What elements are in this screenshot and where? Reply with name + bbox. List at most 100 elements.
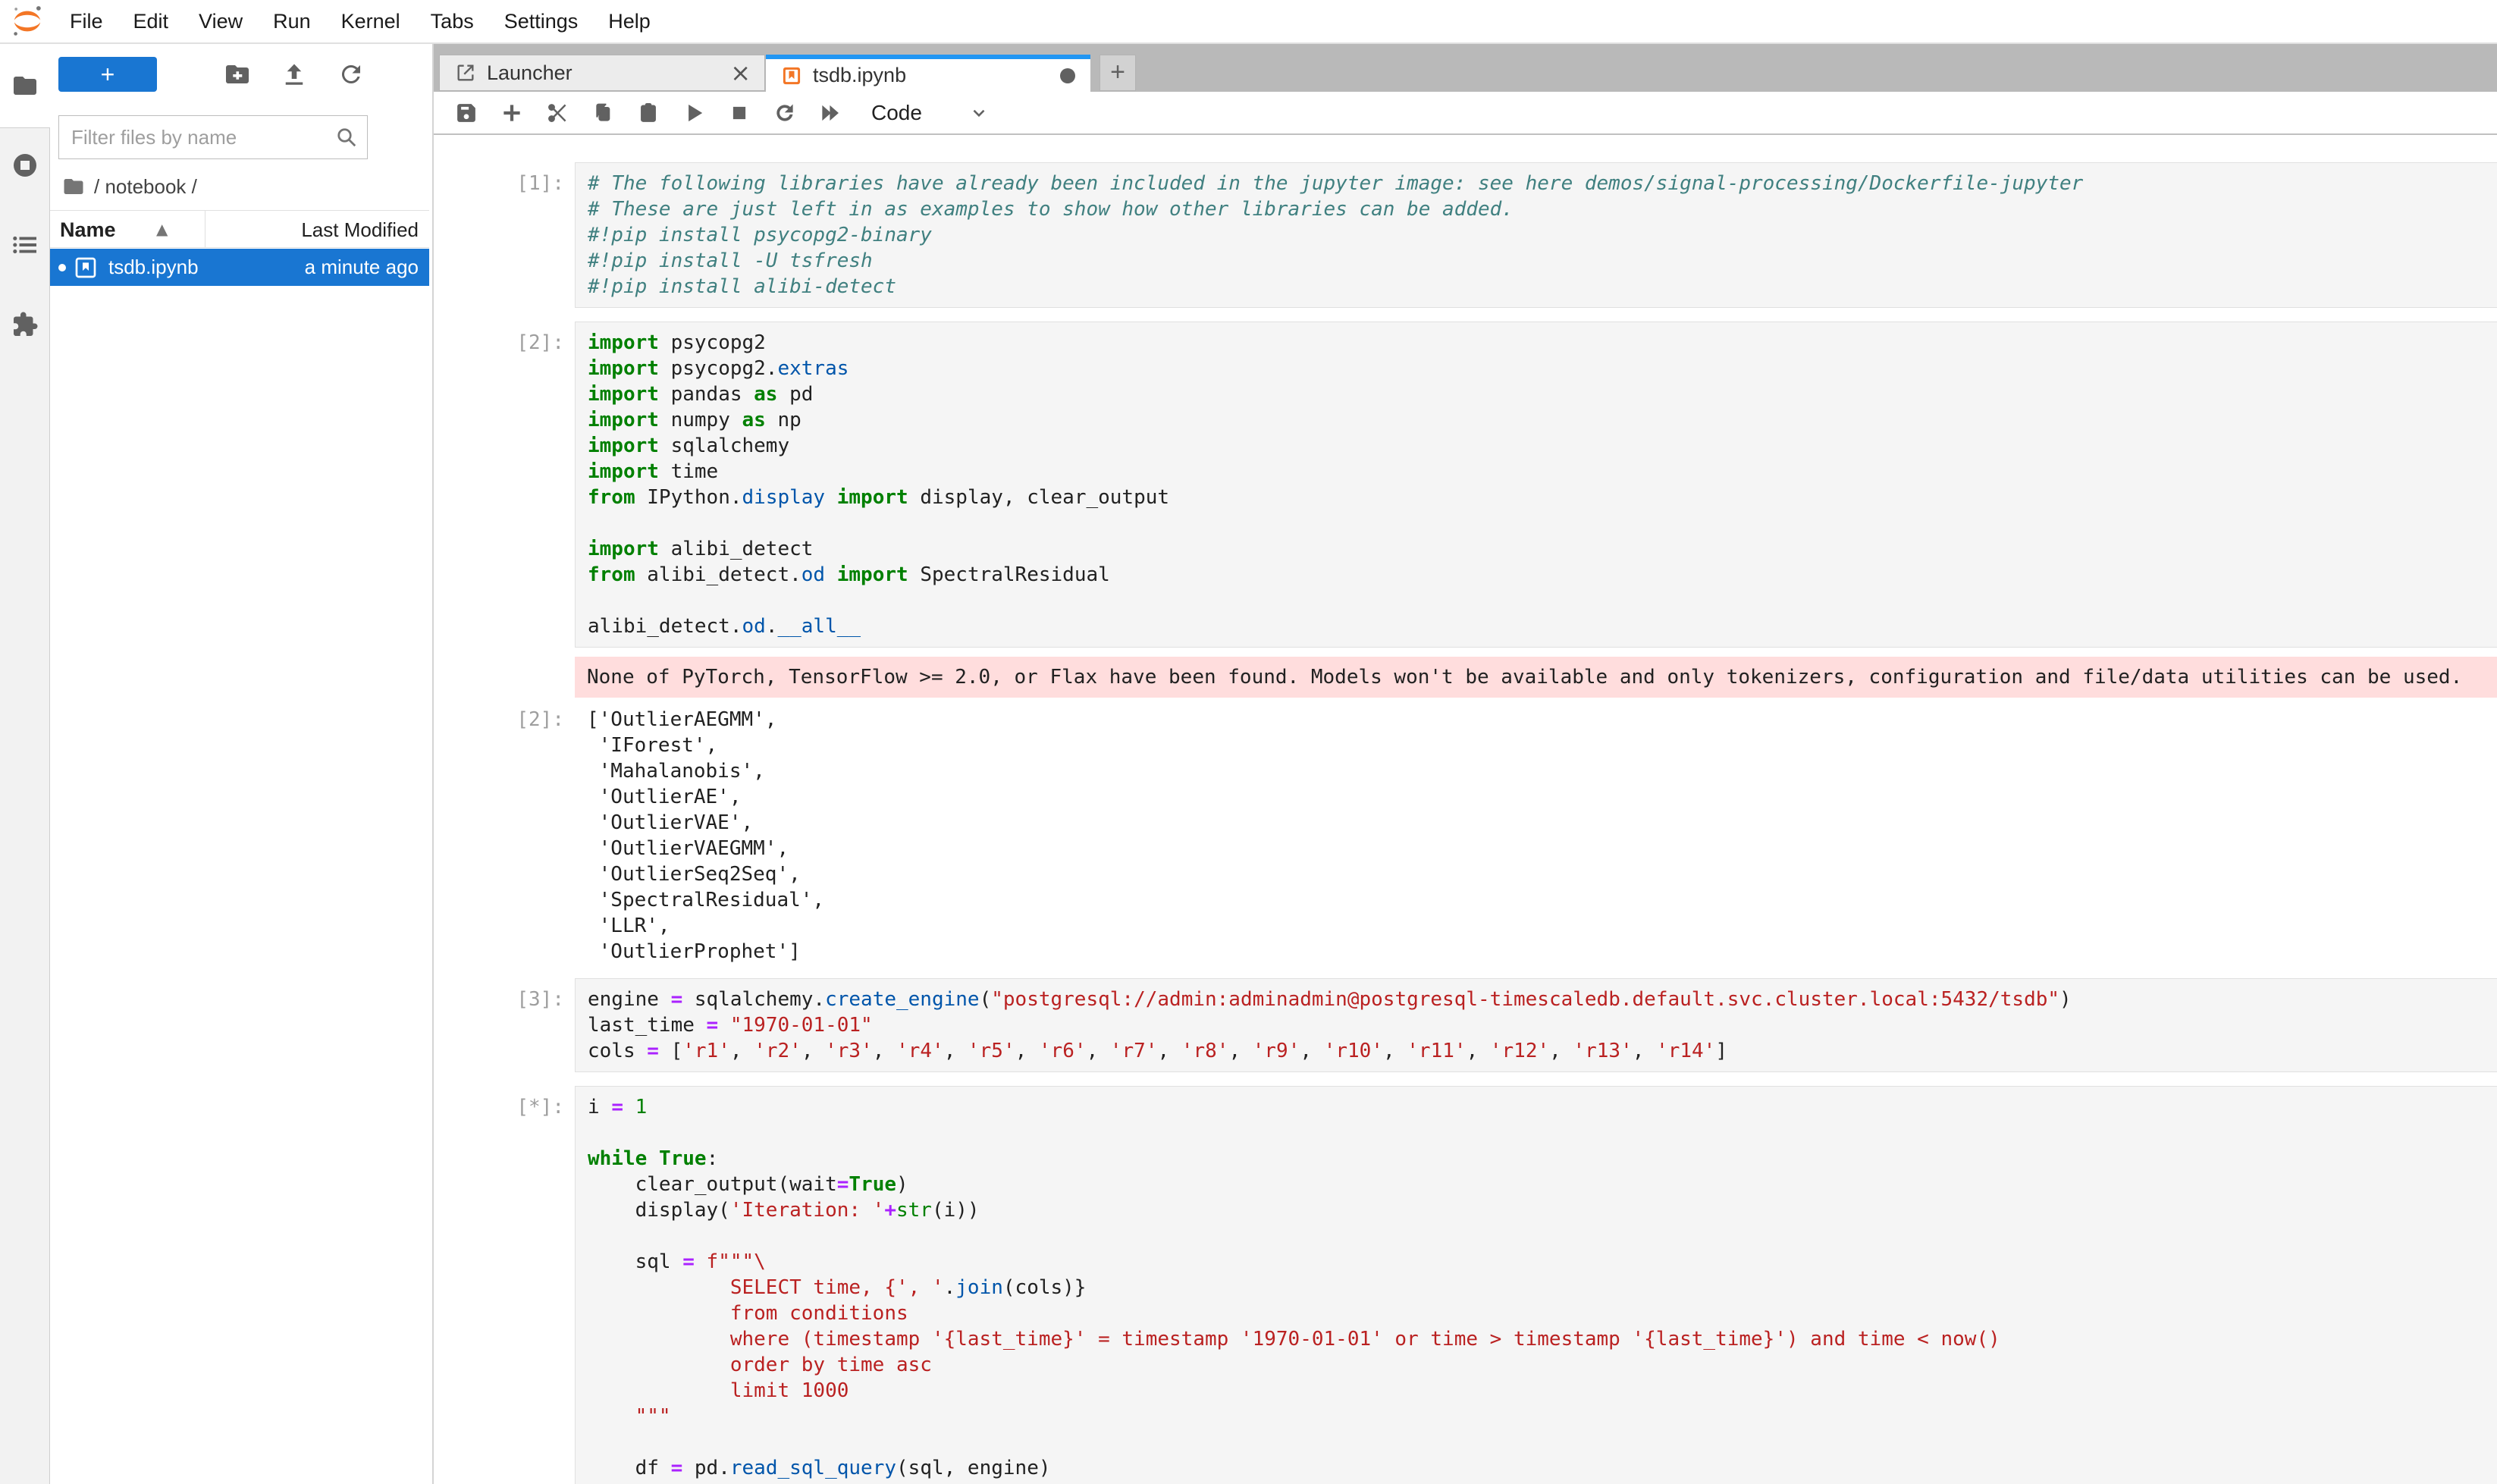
notebook-cell: [3]: engine = sqlalchemy.create_engine("p… [434,978,2497,1072]
new-folder-icon [224,61,251,88]
notebook-cell: [2]:['OutlierAEGMM', 'IForest', 'Mahalan… [434,707,2497,965]
menu-help[interactable]: Help [593,0,666,42]
tab-label: tsdb.ipynb [813,64,1060,87]
new-tab-button[interactable]: + [1099,55,1136,91]
new-launcher-button[interactable]: + [58,57,157,92]
file-row-tsdb-ipynb[interactable]: tsdb.ipynb a minute ago [50,249,429,286]
code-line: import alibi_detect [588,536,2497,562]
code-line: # The following libraries have already b… [588,171,2497,196]
copy-icon [591,102,614,124]
menu-edit[interactable]: Edit [118,0,184,42]
code-line: engine = sqlalchemy.create_engine("postg… [588,987,2497,1012]
notebook-file-icon [74,256,98,280]
code-line: import psycopg2.extras [588,356,2497,381]
cell-prompt: [3]: [434,978,575,1072]
save-button[interactable] [444,94,489,132]
notebook-cell: [*]:i = 1 while True: clear_output(wait=… [434,1086,2497,1484]
tab-label: Launcher [487,61,730,85]
code-cell-editor[interactable]: engine = sqlalchemy.create_engine("postg… [575,978,2497,1072]
sidebar-tab-extensions[interactable] [0,298,50,351]
save-icon [455,102,478,124]
menu-settings[interactable]: Settings [489,0,594,42]
close-tab-icon[interactable]: × [730,58,751,87]
breadcrumb: / notebook / [62,171,197,202]
refresh-button[interactable] [337,61,365,88]
main-area: Launcher × tsdb.ipynb + [432,44,2497,1484]
code-line: # These are just left in as examples to … [588,196,2497,222]
stop-circle-icon [11,152,39,179]
code-line [588,1223,2497,1249]
chevron-down-icon [969,103,989,123]
restart-kernel-button[interactable] [762,94,808,132]
notebook-cell: [2]:import psycopg2import psycopg2.extra… [434,322,2497,648]
code-cell-editor[interactable]: i = 1 while True: clear_output(wait=True… [575,1086,2497,1484]
copy-cells-button[interactable] [580,94,626,132]
code-line: i = 1 [588,1094,2497,1120]
filter-files-input[interactable] [59,126,335,149]
restart-run-all-button[interactable] [808,94,853,132]
code-line: order by time asc [588,1352,2497,1378]
code-line: display('Iteration: '+str(i)) [588,1197,2497,1223]
cell-prompt: [*]: [434,1086,575,1484]
jupyter-logo-icon [11,5,44,38]
unsaved-indicator-icon[interactable] [1060,68,1075,83]
code-line: #!pip install psycopg2-binary [588,222,2497,248]
notebook-toolbar: Code [434,92,2497,135]
add-cell-button[interactable] [489,94,535,132]
upload-button[interactable] [281,61,308,88]
sidebar-tab-table-of-contents[interactable] [0,218,50,271]
code-line: from conditions [588,1300,2497,1326]
paste-cells-button[interactable] [626,94,671,132]
code-line: cols = ['r1', 'r2', 'r3', 'r4', 'r5', 'r… [588,1038,2497,1064]
code-line: import pandas as pd [588,381,2497,407]
file-modified: a minute ago [305,256,419,279]
menu-tabs[interactable]: Tabs [416,0,489,42]
filter-box [58,115,368,159]
puzzle-icon [11,311,39,338]
code-line: #!pip install -U tsfresh [588,248,2497,274]
cell-prompt [434,657,575,698]
code-line: df = pd.read_sql_query(sql, engine) [588,1455,2497,1481]
code-cell-editor[interactable]: import psycopg2import psycopg2.extrasimp… [575,322,2497,648]
code-line: alibi_detect.od.__all__ [588,613,2497,639]
cell-prompt: [1]: [434,162,575,308]
sidebar-tab-running-sessions[interactable] [0,139,50,192]
run-cell-button[interactable] [671,94,717,132]
code-line: sql = f"""\ [588,1249,2497,1275]
refresh-icon [337,61,365,88]
interrupt-kernel-button[interactable] [717,94,762,132]
file-list-header: Name ▲ Last Modified [50,210,429,248]
file-browser-toolbar: + [50,55,429,94]
home-folder-icon[interactable] [62,175,85,198]
code-cell-editor[interactable]: # The following libraries have already b… [575,162,2497,308]
sort-ascending-icon[interactable]: ▲ [156,220,168,238]
code-line [588,588,2497,613]
code-line: import numpy as np [588,407,2497,433]
code-line [588,1120,2497,1146]
execute-result: ['OutlierAEGMM', 'IForest', 'Mahalanobis… [575,707,2497,965]
breadcrumb-path[interactable]: / notebook / [94,175,197,199]
column-header-name[interactable]: Name [60,218,116,242]
tab-launcher[interactable]: Launcher × [439,55,765,91]
stop-icon [728,102,751,124]
tab-tsdb-notebook[interactable]: tsdb.ipynb [766,55,1090,92]
menu-run[interactable]: Run [258,0,326,42]
cell-prompt: [2]: [434,707,575,965]
cell-type-dropdown[interactable]: Code [871,101,989,125]
cut-cells-button[interactable] [535,94,580,132]
restart-icon [773,102,796,124]
menu-file[interactable]: File [55,0,118,42]
code-line: #!pip install alibi-detect [588,274,2497,300]
fast-forward-icon [819,102,842,124]
menu-kernel[interactable]: Kernel [326,0,416,42]
menu-view[interactable]: View [184,0,258,42]
menu-bar: File Edit View Run Kernel Tabs Settings … [0,0,2497,44]
sidebar-tab-file-browser[interactable] [0,59,50,112]
notebook-cells[interactable]: [1]: # The following libraries have alrea… [434,135,2497,1484]
cut-icon [546,102,569,124]
tab-bar: Launcher × tsdb.ipynb + [434,44,2497,92]
new-folder-button[interactable] [224,61,251,88]
paste-icon [637,102,660,124]
column-header-last-modified[interactable]: Last Modified [301,218,419,242]
cell-prompt: [2]: [434,322,575,648]
